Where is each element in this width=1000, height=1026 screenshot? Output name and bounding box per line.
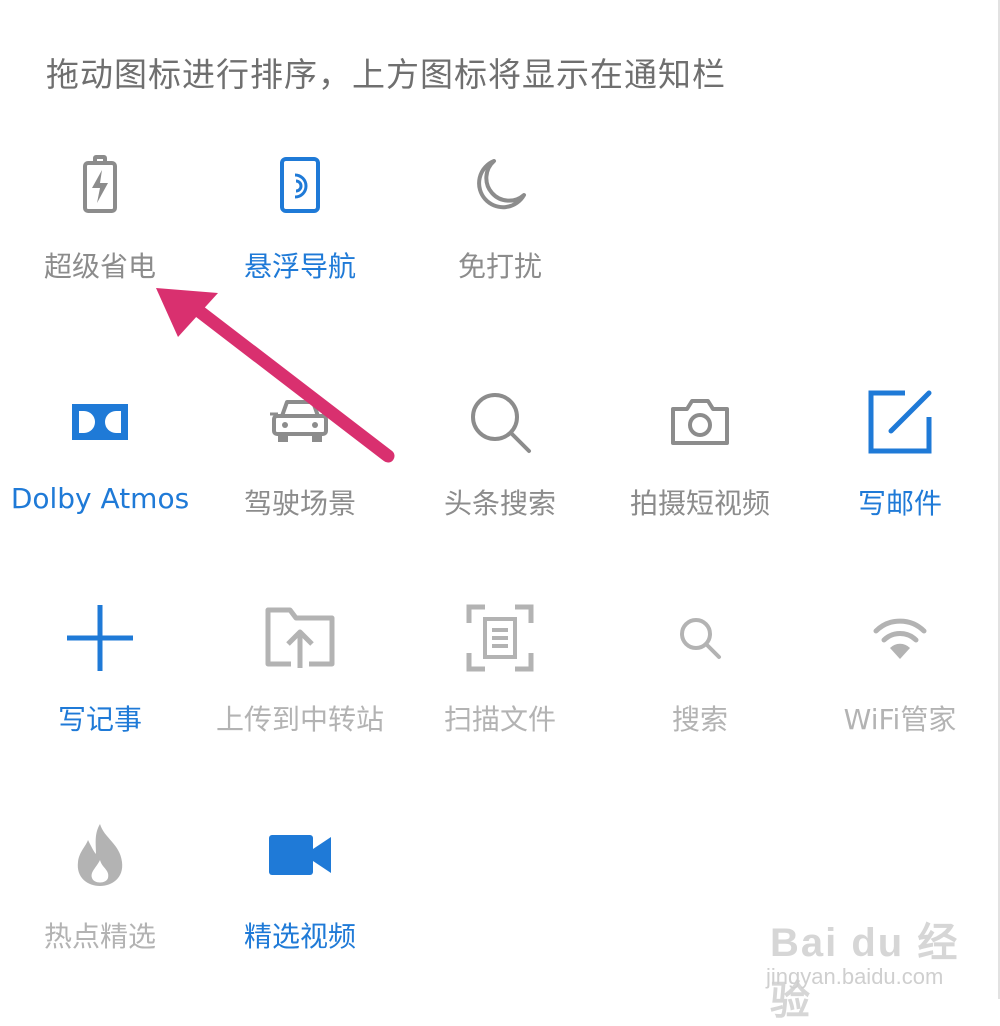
tile-hot-picks[interactable]: 热点精选: [0, 815, 200, 985]
battery-bolt-icon: [60, 145, 140, 225]
tile-label: 悬浮导航: [243, 250, 356, 283]
watermark-logo: Bai du 经验 jingyan.baidu.com: [760, 888, 1000, 1023]
floating-nav-icon: [260, 145, 340, 225]
tile-write-note[interactable]: 写记事: [0, 598, 200, 768]
moon-icon: [460, 145, 540, 225]
instruction-text: 拖动图标进行排序，上方图标将显示在通知栏: [46, 55, 726, 94]
tile-label: 拍摄短视频: [629, 487, 770, 520]
tile-floating-navigation[interactable]: 悬浮导航: [200, 145, 400, 315]
camera-icon: [660, 382, 740, 462]
tile-super-power-saving[interactable]: 超级省电: [0, 145, 200, 315]
flame-icon: [60, 815, 140, 895]
tile-label: 驾驶场景: [243, 487, 356, 520]
dolby-icon: [60, 382, 140, 462]
compose-icon: [860, 382, 940, 462]
small-search-icon: [660, 598, 740, 678]
tile-label: 上传到中转站: [215, 703, 384, 736]
tile-label: 超级省电: [43, 250, 156, 283]
tile-label: 写邮件: [857, 487, 942, 520]
scan-document-icon: [460, 598, 540, 678]
tile-dolby-atmos[interactable]: Dolby Atmos: [0, 382, 200, 552]
tile-scan-document[interactable]: 扫描文件: [400, 598, 600, 768]
tile-label: 扫描文件: [443, 703, 556, 736]
search-icon: [460, 382, 540, 462]
plus-icon: [60, 598, 140, 678]
tile-label: 精选视频: [243, 920, 356, 953]
tile-upload-to-transfer[interactable]: 上传到中转站: [200, 598, 400, 768]
tile-featured-videos[interactable]: 精选视频: [200, 815, 400, 985]
tile-label: 免打扰: [457, 250, 542, 283]
tile-toutiao-search[interactable]: 头条搜索: [400, 382, 600, 552]
tile-do-not-disturb[interactable]: 免打扰: [400, 145, 600, 315]
tile-label: WiFi管家: [843, 703, 957, 736]
tile-label: 头条搜索: [443, 487, 556, 520]
video-camera-icon: [260, 815, 340, 895]
watermark-brand: Bai du 经验: [770, 921, 960, 1023]
tile-label: 搜索: [671, 703, 728, 736]
tile-write-email[interactable]: 写邮件: [800, 382, 1000, 552]
wifi-icon: [860, 598, 940, 678]
car-icon: [260, 382, 340, 462]
watermark-url: jingyan.baidu.com: [766, 964, 944, 989]
tile-driving-mode[interactable]: 驾驶场景: [200, 382, 400, 552]
upload-folder-icon: [260, 598, 340, 678]
tile-label: 热点精选: [43, 920, 156, 953]
tile-search[interactable]: 搜索: [600, 598, 800, 768]
tile-label: Dolby Atmos: [10, 482, 190, 515]
tile-label: 写记事: [57, 703, 142, 736]
tile-shoot-short-video[interactable]: 拍摄短视频: [600, 382, 800, 552]
tile-wifi-manager[interactable]: WiFi管家: [800, 598, 1000, 768]
